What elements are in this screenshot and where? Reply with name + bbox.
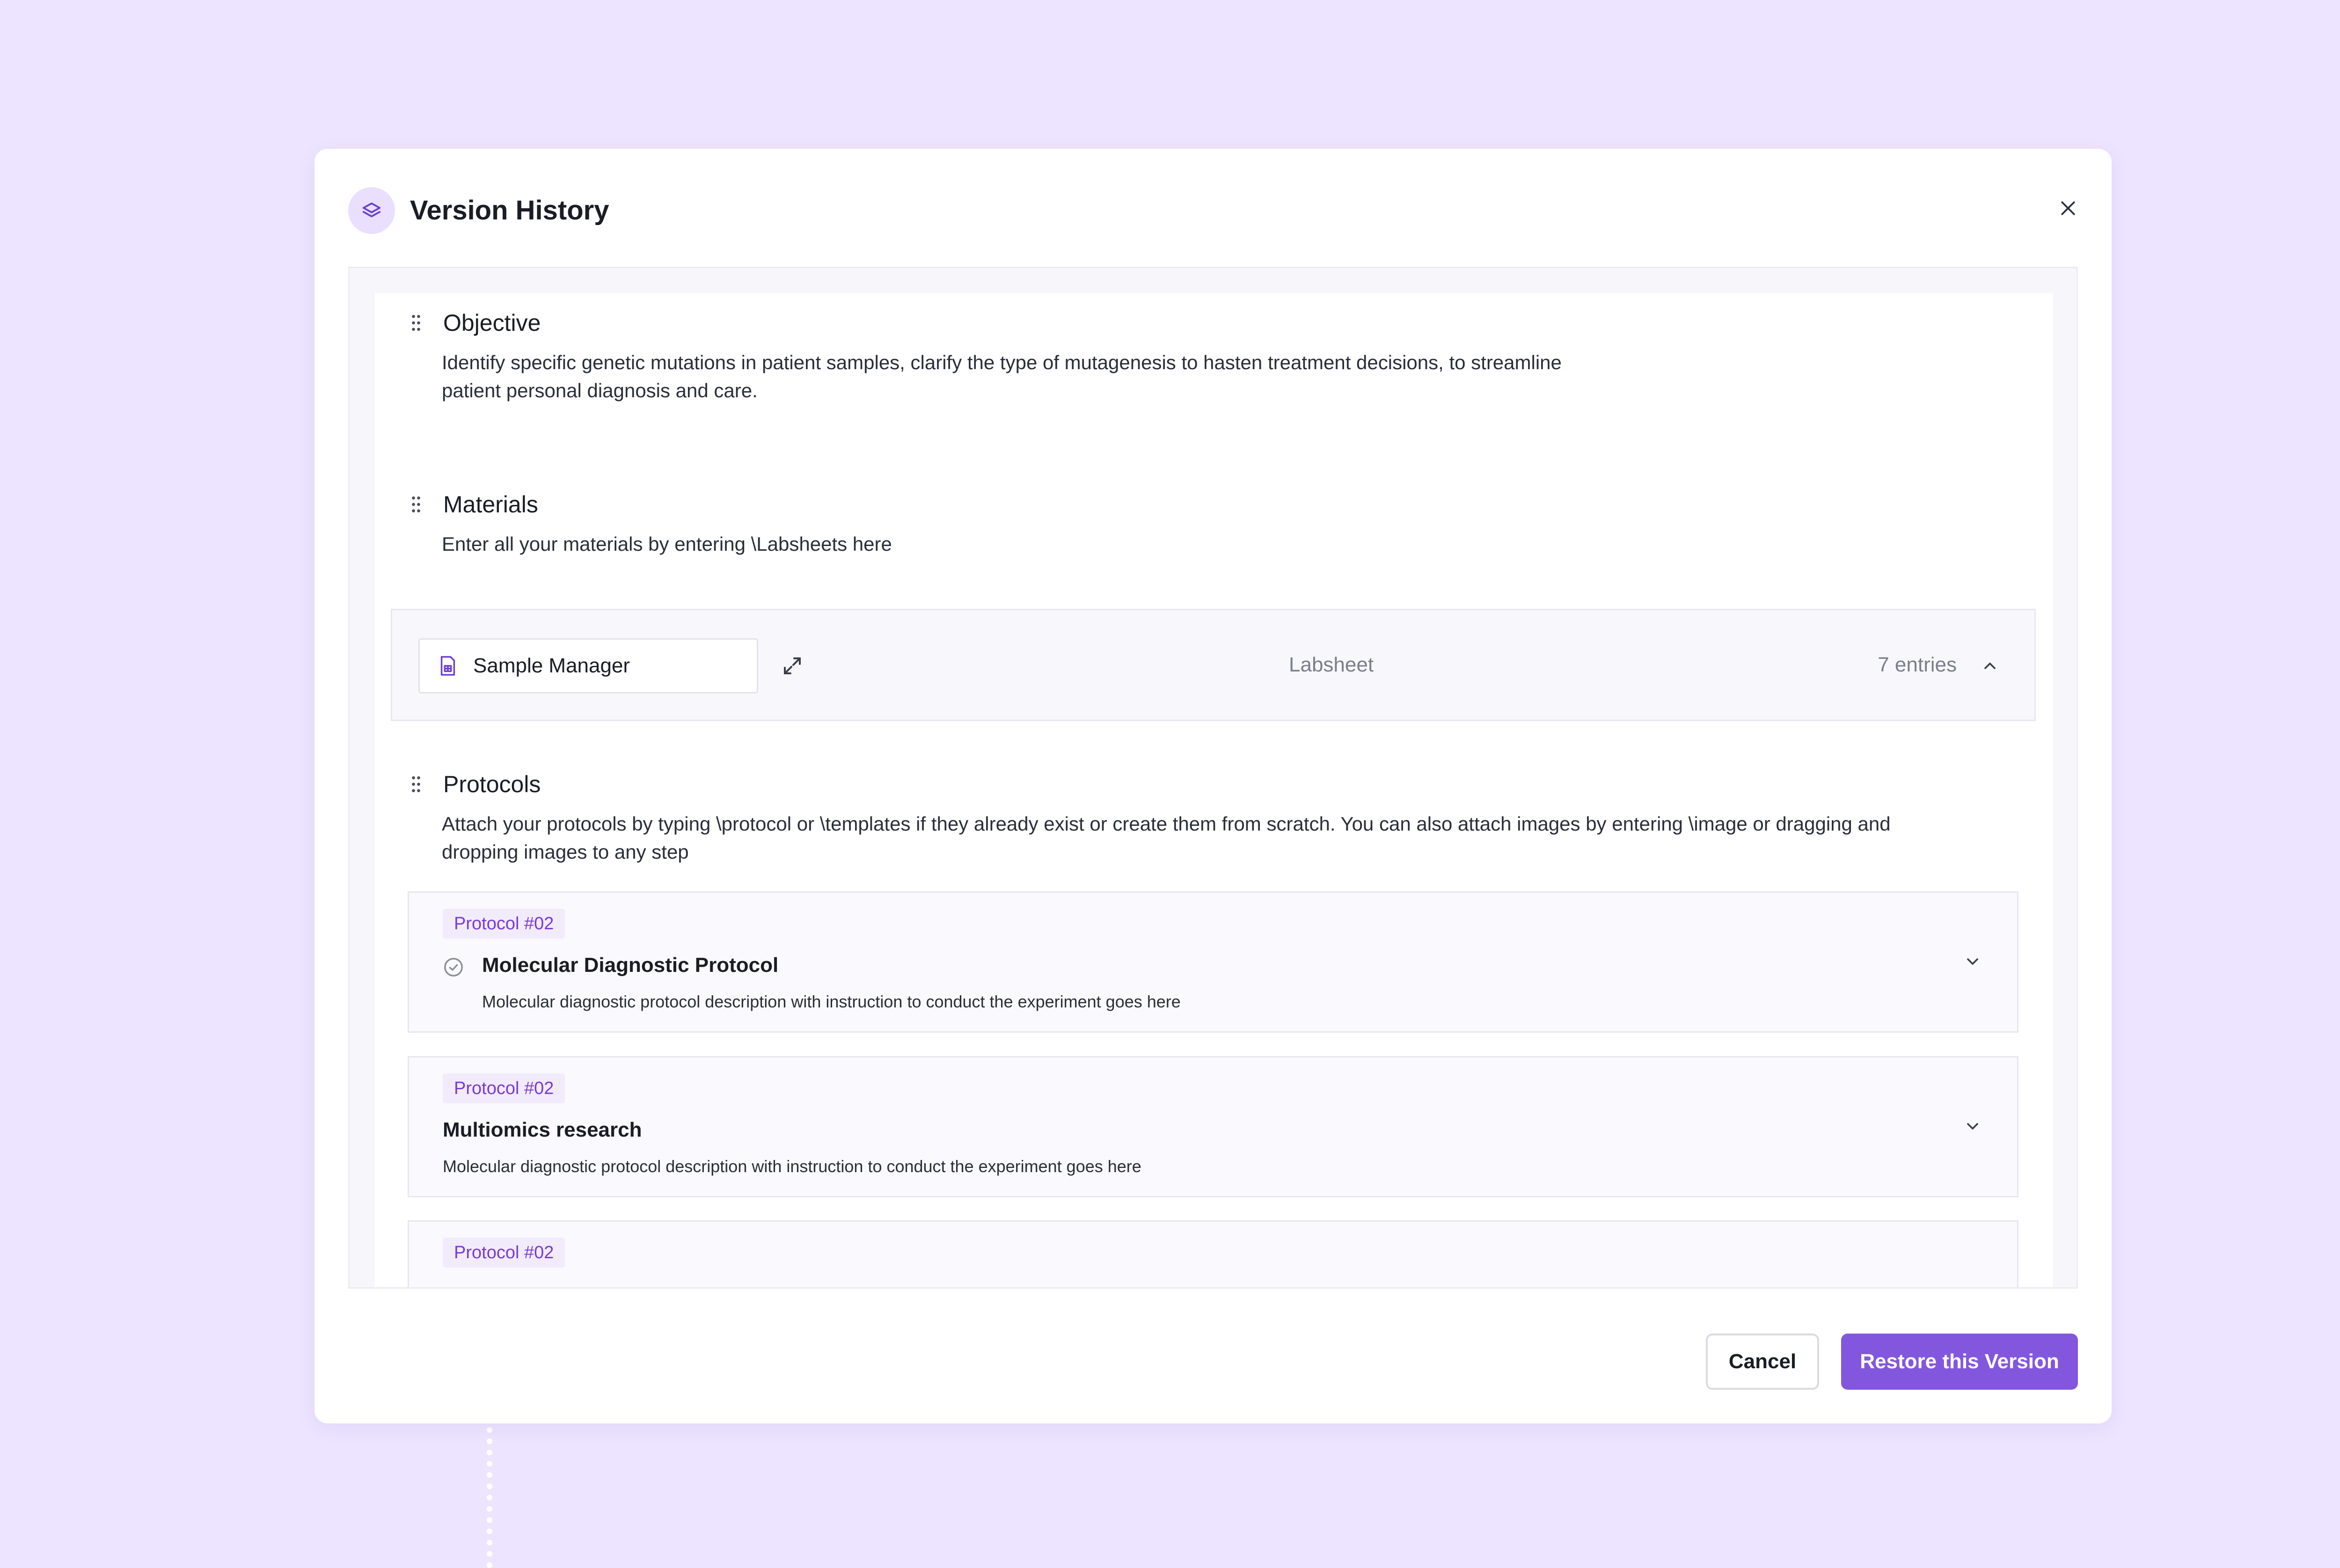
protocol-badge: Protocol #02 <box>443 1073 565 1103</box>
labsheet-name-field[interactable]: Sample Manager <box>418 638 758 693</box>
connector-dotted-line <box>487 1427 492 1568</box>
materials-section-header: Materials <box>407 491 538 518</box>
protocol-title: Multiomics research <box>443 1118 642 1141</box>
objective-description-line-2: patient personal diagnosis and care. <box>442 379 758 401</box>
labsheet-row[interactable]: Sample Manager Labsheet 7 entries <box>391 609 2036 721</box>
labsheet-name: Sample Manager <box>473 654 630 677</box>
protocol-badge: Protocol #02 <box>443 1238 565 1268</box>
modal-header: Version History <box>348 182 2078 239</box>
version-history-modal: Version History Objective Identify speci… <box>314 149 2112 1423</box>
version-content-panel[interactable]: Objective Identify specific genetic muta… <box>348 267 2078 1289</box>
protocol-card[interactable]: Protocol #02 Molecular Diagnostic Protoc… <box>408 891 2018 1033</box>
check-circle-icon <box>443 956 464 978</box>
objective-title: Objective <box>443 310 541 336</box>
materials-description: Enter all your materials by entering \La… <box>442 533 892 555</box>
protocol-card[interactable]: Protocol #02 Multiomics research Molecul… <box>408 1056 2018 1197</box>
cancel-button[interactable]: Cancel <box>1706 1334 1819 1390</box>
document-content: Objective Identify specific genetic muta… <box>375 293 2053 1287</box>
file-spreadsheet-icon <box>439 655 457 677</box>
drag-handle-icon[interactable] <box>407 493 425 516</box>
labsheet-type-label: Labsheet <box>1289 653 1374 676</box>
drag-handle-icon[interactable] <box>407 311 425 335</box>
objective-description: Identify specific genetic mutations in p… <box>442 349 1562 405</box>
close-button[interactable] <box>2042 182 2094 234</box>
layers-icon <box>348 187 395 234</box>
restore-version-button[interactable]: Restore this Version <box>1841 1334 2078 1390</box>
protocols-description-line-1: Attach your protocols by typing \protoco… <box>442 813 1891 835</box>
labsheet-entries-count: 7 entries <box>1878 653 1957 676</box>
objective-section-header: Objective <box>407 309 541 336</box>
chevron-down-icon[interactable] <box>1956 945 1989 978</box>
protocol-description: Molecular diagnostic protocol descriptio… <box>443 1157 1141 1176</box>
protocols-description: Attach your protocols by typing \protoco… <box>442 810 1891 866</box>
protocols-section-header: Protocols <box>407 771 541 798</box>
expand-icon[interactable] <box>776 649 809 682</box>
modal-title: Version History <box>410 195 609 226</box>
objective-description-line-1: Identify specific genetic mutations in p… <box>442 351 1562 373</box>
chevron-up-icon[interactable] <box>1974 649 2006 682</box>
protocols-description-line-2: dropping images to any step <box>442 841 689 863</box>
protocol-title: Molecular Diagnostic Protocol <box>482 954 779 977</box>
protocol-badge: Protocol #02 <box>443 909 565 939</box>
drag-handle-icon[interactable] <box>407 773 425 796</box>
chevron-down-icon[interactable] <box>1956 1110 1989 1143</box>
protocols-title: Protocols <box>443 771 541 797</box>
close-icon <box>2061 201 2075 215</box>
protocol-description: Molecular diagnostic protocol descriptio… <box>482 992 1181 1011</box>
materials-title: Materials <box>443 491 538 518</box>
protocol-card[interactable]: Protocol #02 <box>408 1220 2018 1287</box>
